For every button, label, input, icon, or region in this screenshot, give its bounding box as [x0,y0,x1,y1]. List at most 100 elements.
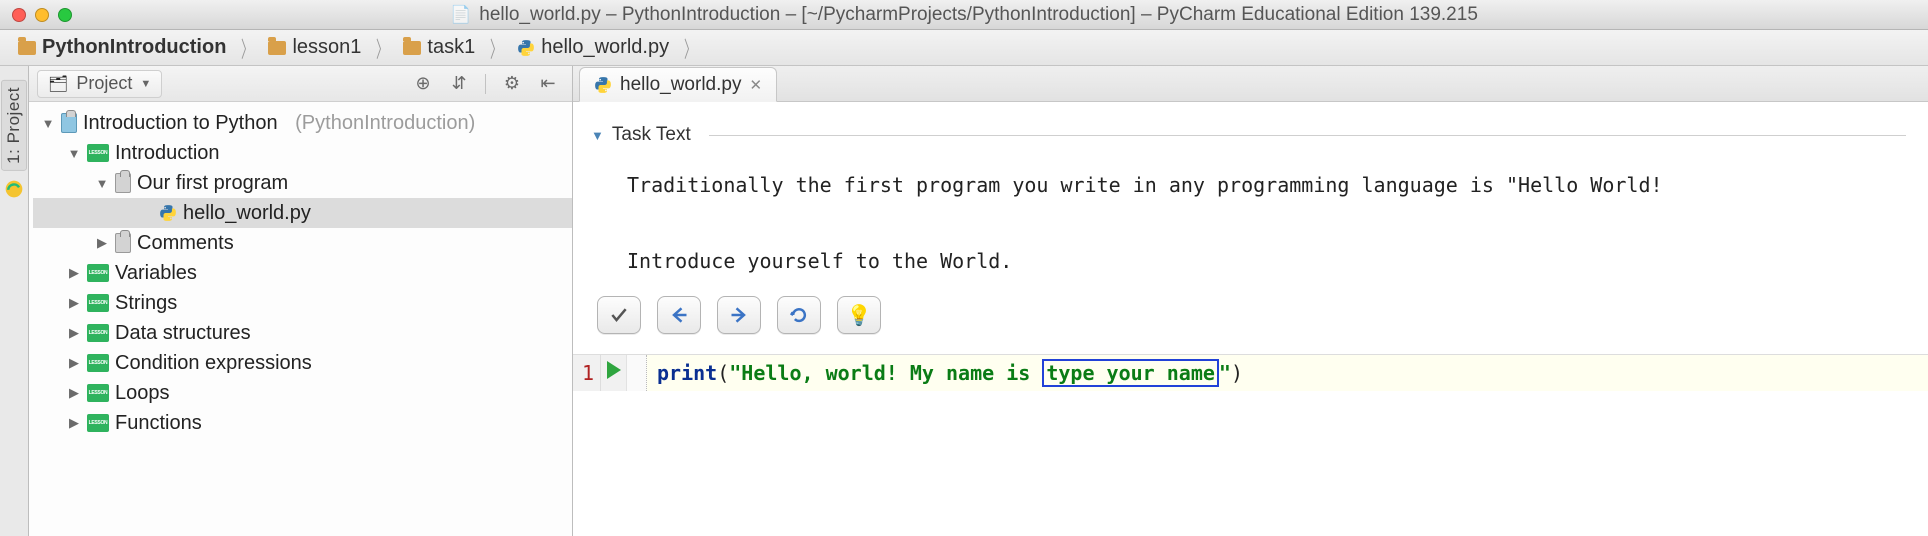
close-window-button[interactable] [12,8,26,22]
tree-task-first-program[interactable]: ▼ Our first program [33,168,572,198]
disclosure-triangle[interactable]: ▶ [95,235,109,251]
tree-root[interactable]: ▼ Introduction to Python (PythonIntroduc… [33,108,572,138]
python-file-icon [159,204,177,222]
tree-label: Loops [115,382,170,405]
editor-tab-label: hello_world.py [620,74,741,96]
tree-label: Variables [115,262,197,285]
disclosure-triangle[interactable]: ▼ [591,128,604,143]
tree-lesson-strings[interactable]: ▶ Strings [33,288,572,318]
task-text-line: Traditionally the first program you writ… [627,173,1663,197]
tree-label: Our first program [137,172,288,195]
tree-lesson-introduction[interactable]: ▼ Introduction [33,138,572,168]
project-panel: 🗂 Project ▼ ⊕ ⇵ ⚙ ⇤ ▼ Introduction to Py… [29,66,573,536]
breadcrumb-item-project[interactable]: PythonIntroduction [14,34,230,61]
zoom-window-button[interactable] [58,8,72,22]
previous-task-button[interactable] [657,296,701,334]
tree-lesson-loops[interactable]: ▶ Loops [33,378,572,408]
lesson-icon [87,264,109,282]
breadcrumb-separator: 〉 [684,32,696,64]
clipboard-icon [61,113,77,133]
disclosure-triangle[interactable]: ▶ [67,295,81,311]
lesson-icon [87,324,109,342]
tree-lesson-data-structures[interactable]: ▶ Data structures [33,318,572,348]
disclosure-triangle[interactable]: ▼ [41,116,55,131]
code-string: " [1219,361,1231,385]
margin-gutter [627,355,647,391]
hide-panel-icon[interactable]: ⇤ [538,74,558,94]
folder-icon [268,41,286,55]
code-line[interactable]: print("Hello, world! My name is type you… [647,355,1928,391]
clipboard-icon [115,173,131,193]
code-paren: ) [1231,361,1243,385]
clipboard-icon [115,233,131,253]
breadcrumb-item-file[interactable]: hello_world.py [513,34,673,61]
editor-tab-hello-world[interactable]: hello_world.py ✕ [579,67,777,102]
tree-file-hello-world[interactable]: hello_world.py [33,198,572,228]
panel-icon: 🗂 [48,74,68,94]
code-editor[interactable]: 1 print("Hello, world! My name is type y… [573,354,1928,391]
answer-placeholder[interactable]: type your name [1042,359,1219,387]
disclosure-triangle[interactable]: ▶ [67,355,81,371]
hint-button[interactable]: 💡 [837,296,881,334]
run-icon[interactable] [607,361,621,379]
tree-task-comments[interactable]: ▶ Comments [33,228,572,258]
titlebar-file-icon: 📄 [450,5,471,25]
window-title: hello_world.py – PythonIntroduction – [~… [479,4,1478,26]
project-panel-header: 🗂 Project ▼ ⊕ ⇵ ⚙ ⇤ [29,66,572,102]
breadcrumb-item-lesson[interactable]: lesson1 [264,34,365,61]
run-gutter[interactable] [601,355,627,391]
breadcrumb-item-task[interactable]: task1 [399,34,479,61]
breadcrumb-separator: 〉 [376,32,388,64]
breadcrumb-separator: 〉 [490,32,502,64]
editor-tab-bar: hello_world.py ✕ [573,66,1928,102]
disclosure-triangle[interactable]: ▼ [67,146,81,161]
disclosure-triangle[interactable]: ▶ [67,265,81,281]
tree-label: Strings [115,292,177,315]
tree-lesson-variables[interactable]: ▶ Variables [33,258,572,288]
lesson-icon [87,414,109,432]
code-string: "Hello, world! My name is [729,361,1042,385]
gear-icon[interactable]: ⚙ [502,74,522,94]
tree-lesson-condition[interactable]: ▶ Condition expressions [33,348,572,378]
disclosure-triangle[interactable]: ▼ [95,176,109,191]
chevron-down-icon: ▼ [140,78,151,90]
next-task-button[interactable] [717,296,761,334]
task-panel: ▼ Task Text Traditionally the first prog… [573,102,1928,354]
project-tool-tab[interactable]: 1: Project [1,80,27,171]
pycharm-icon [4,179,24,199]
disclosure-triangle[interactable]: ▶ [67,325,81,341]
lesson-icon [87,384,109,402]
tree-lesson-functions[interactable]: ▶ Functions [33,408,572,438]
header-separator [485,74,486,94]
line-number-gutter: 1 [573,355,601,391]
breadcrumb-label: PythonIntroduction [42,36,226,59]
collapse-all-icon[interactable]: ⇵ [449,74,469,94]
tree-hint: (PythonIntroduction) [295,112,475,135]
tree-label: Data structures [115,322,251,345]
tree-label: Comments [137,232,234,255]
scroll-to-source-icon[interactable]: ⊕ [413,74,433,94]
folder-icon [403,41,421,55]
task-toolbar: 💡 [591,290,1906,344]
project-tree[interactable]: ▼ Introduction to Python (PythonIntroduc… [29,102,572,536]
breadcrumb-label: task1 [427,36,475,59]
tree-label: hello_world.py [183,202,311,225]
refresh-task-button[interactable] [777,296,821,334]
task-text-line: Introduce yourself to the World. [627,249,1012,273]
minimize-window-button[interactable] [35,8,49,22]
close-tab-icon[interactable]: ✕ [749,76,762,94]
project-view-selector[interactable]: 🗂 Project ▼ [37,70,162,98]
disclosure-triangle[interactable]: ▶ [67,385,81,401]
check-task-button[interactable] [597,296,641,334]
tool-window-stripe: 1: Project [0,66,29,536]
task-header[interactable]: ▼ Task Text [591,124,1906,146]
breadcrumb-separator: 〉 [241,32,253,64]
lesson-icon [87,144,109,162]
task-description: Traditionally the first program you writ… [591,146,1906,290]
breadcrumb-label: hello_world.py [541,36,669,59]
tree-label: Introduction to Python [83,112,278,135]
disclosure-triangle[interactable]: ▶ [67,415,81,431]
window-titlebar: 📄 hello_world.py – PythonIntroduction – … [0,0,1928,30]
breadcrumb-label: lesson1 [292,36,361,59]
lesson-icon [87,294,109,312]
